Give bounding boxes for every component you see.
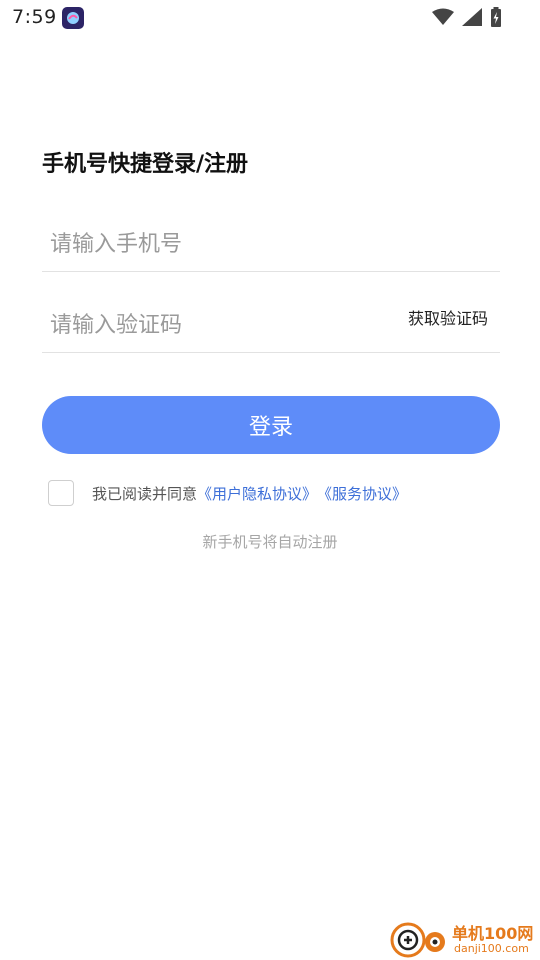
page-title: 手机号快捷登录/注册: [42, 152, 249, 177]
status-time: 7:59: [12, 6, 57, 28]
status-icons: [432, 7, 502, 27]
status-bar: 7:59: [0, 0, 540, 36]
watermark-text: 单机100网: [452, 924, 534, 943]
agreement-row: 我已阅读并同意 《用户隐私协议》 《服务协议》: [48, 480, 407, 506]
watermark-subtext: danji100.com: [454, 942, 529, 955]
verification-code-input[interactable]: [50, 307, 380, 343]
service-agreement-link[interactable]: 《服务协议》: [317, 483, 407, 504]
auto-register-note: 新手机号将自动注册: [202, 533, 338, 551]
agreement-text: 我已阅读并同意: [92, 484, 198, 503]
watermark-logo-icon: [390, 922, 445, 958]
cellular-signal-icon: [462, 8, 482, 26]
get-code-button[interactable]: 获取验证码: [408, 305, 488, 329]
privacy-agreement-link[interactable]: 《用户隐私协议》: [197, 483, 317, 504]
agreement-checkbox[interactable]: [48, 480, 74, 506]
verification-code-field: 获取验证码: [42, 293, 500, 353]
battery-icon: [491, 7, 501, 27]
phone-input[interactable]: [50, 226, 380, 262]
login-button[interactable]: 登录: [42, 396, 500, 454]
login-screen: 7:59 手机号快捷登录/注册 获取验证码: [0, 0, 540, 960]
watermark: 单机100网 danji100.com: [390, 916, 540, 960]
phone-field: [42, 212, 500, 272]
app-notification-icon: [62, 7, 84, 29]
wifi-icon: [432, 8, 454, 25]
